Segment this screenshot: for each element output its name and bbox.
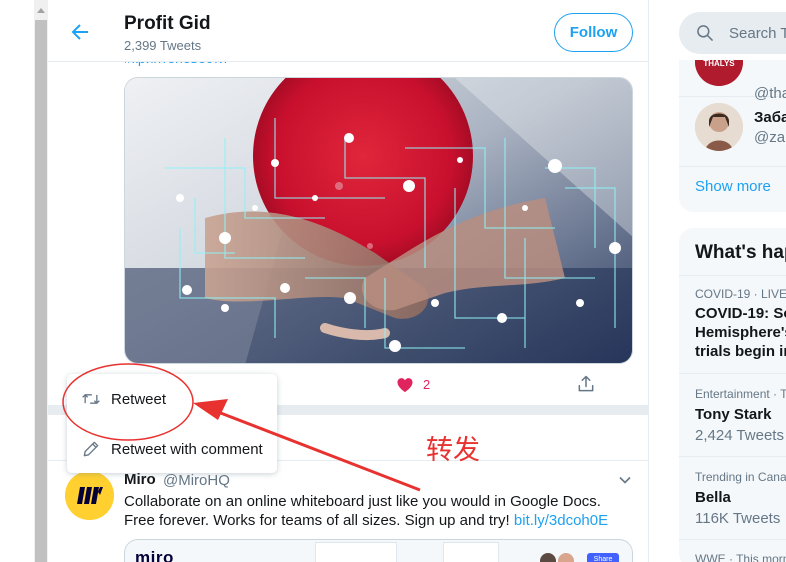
trends-title: What's happening	[695, 242, 786, 263]
right-sidebar: Search Twitter THALYS @thalys	[660, 0, 786, 562]
trend-title: COVID-19: So	[695, 305, 786, 322]
back-arrow-icon[interactable]	[68, 20, 92, 44]
scrollbar-thumb[interactable]	[35, 20, 47, 562]
tweet-image[interactable]	[124, 77, 633, 364]
retweet-with-comment-menu-item[interactable]: Retweet with comment	[67, 424, 277, 473]
avatar	[695, 103, 743, 151]
follow-suggestion[interactable]: Забава @zabava	[679, 97, 786, 167]
share-icon[interactable]	[576, 374, 596, 394]
trend-title: Tony Stark	[695, 406, 772, 423]
trend-item[interactable]: Entertainment · Trending Tony Stark 2,42…	[679, 374, 786, 457]
search-input[interactable]: Search Twitter	[679, 12, 786, 54]
heart-icon[interactable]	[395, 374, 415, 394]
tweet-count: 2,399 Tweets	[124, 38, 202, 53]
who-to-follow-panel: THALYS @thalys Забава @zabava Show more	[679, 60, 786, 212]
handshake-network-image	[125, 78, 632, 363]
avatar: THALYS	[695, 60, 743, 86]
profile-name: Profit Gid	[124, 13, 211, 34]
trend-title: Hemisphere's	[695, 324, 786, 341]
profile-photo-icon	[695, 103, 743, 151]
suggestion-handle: @zabava	[754, 129, 786, 146]
search-placeholder: Search Twitter	[729, 25, 786, 42]
pencil-icon	[83, 441, 99, 457]
trend-count: 116K Tweets	[695, 510, 781, 527]
suggestion-name: Забава	[754, 109, 786, 126]
trend-meta: WWE · This morning	[695, 552, 786, 562]
thalys-logo-icon: THALYS	[695, 60, 743, 86]
collaborator-avatars-icon	[540, 553, 574, 562]
card-share-button: Share	[587, 553, 619, 562]
promoted-author-handle[interactable]: @MiroHQ	[163, 472, 230, 489]
like-count: 2	[423, 377, 431, 392]
chevron-down-icon[interactable]	[618, 473, 632, 487]
trend-item[interactable]: Trending in Canada Bella 116K Tweets	[679, 457, 786, 540]
thalys-logo-text: THALYS	[703, 60, 735, 68]
promoted-author-name[interactable]: Miro	[124, 471, 156, 488]
miro-logo-icon	[65, 471, 114, 520]
search-icon	[697, 25, 713, 41]
left-gutter	[0, 0, 34, 562]
retweet-menu-item[interactable]: Retweet	[67, 374, 277, 423]
retweet-with-comment-label: Retweet with comment	[111, 441, 263, 458]
avatar[interactable]	[65, 471, 114, 520]
trend-title: Bella	[695, 489, 731, 506]
trend-count: 2,424 Tweets	[695, 427, 784, 444]
trend-item[interactable]: COVID-19 · LIVE COVID-19: So Hemisphere'…	[679, 276, 786, 374]
trend-item[interactable]: WWE · This morning	[679, 540, 786, 562]
retweet-label: Retweet	[111, 391, 167, 408]
scroll-up-arrow-icon[interactable]	[37, 8, 45, 13]
card-document-preview	[315, 542, 397, 562]
trends-panel: What's happening COVID-19 · LIVE COVID-1…	[679, 228, 786, 562]
promoted-card[interactable]: miro Share	[124, 539, 633, 562]
follow-suggestion[interactable]: THALYS @thalys	[679, 60, 786, 102]
promoted-link[interactable]: bit.ly/3dcoh0E	[514, 512, 608, 529]
retweet-icon	[82, 394, 100, 404]
profile-header: Profit Gid 2,399 Tweets Follow	[48, 0, 648, 62]
main-column: #криптоновости Profit Gid 2,399 Tweets F…	[48, 0, 649, 562]
retweet-menu: Retweet Retweet with comment	[67, 374, 277, 473]
card-document-preview	[443, 542, 499, 562]
trend-title: trials begin in	[695, 343, 786, 360]
trend-meta: Trending in Canada	[695, 470, 786, 484]
show-more-link[interactable]: Show more	[695, 178, 771, 195]
promoted-tweet-text: Collaborate on an online whiteboard just…	[124, 492, 624, 530]
annotation-label: 转发	[426, 435, 480, 466]
card-logo: miro	[135, 548, 174, 562]
follow-button[interactable]: Follow	[554, 13, 633, 52]
trend-meta: COVID-19 · LIVE	[695, 287, 786, 301]
trend-meta: Entertainment · Trending	[695, 387, 786, 401]
